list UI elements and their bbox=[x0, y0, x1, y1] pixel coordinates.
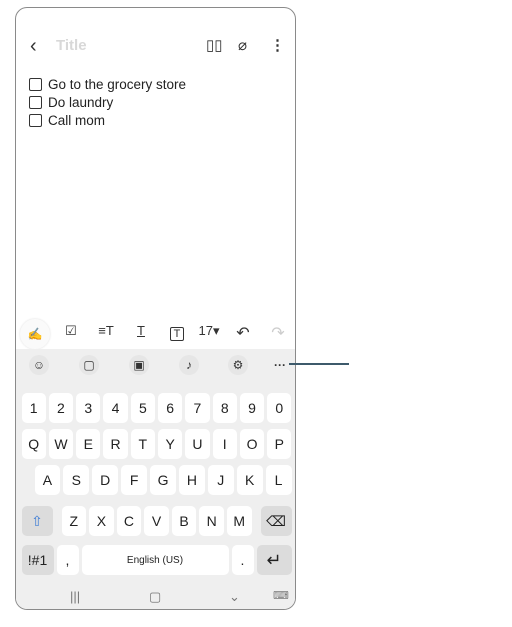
qwerty-row: QWERTYUIOP bbox=[20, 429, 293, 459]
key-7[interactable]: 7 bbox=[185, 393, 210, 423]
keyboard-switch-icon[interactable]: ⌨ bbox=[273, 589, 289, 602]
key-4[interactable]: 4 bbox=[103, 393, 128, 423]
checkbox-icon[interactable]: ☑ bbox=[59, 323, 83, 339]
keyboard-toolbar: ☺ ▢ ▣ ♪ ⚙ ··· bbox=[16, 349, 295, 379]
key-e[interactable]: E bbox=[76, 429, 101, 459]
sticker-icon[interactable]: ▣ bbox=[129, 355, 149, 375]
key-6[interactable]: 6 bbox=[157, 393, 183, 423]
key-z[interactable]: Z bbox=[61, 506, 87, 536]
microphone-icon[interactable]: ♪ bbox=[179, 355, 199, 375]
item-label: Do laundry bbox=[48, 94, 114, 110]
text-color-icon[interactable]: T bbox=[129, 323, 153, 338]
key-r[interactable]: R bbox=[103, 429, 128, 459]
checklist: Go to the grocery store Do laundry Call … bbox=[29, 75, 186, 129]
navigation-bar: ||| ▢ ⌄ ⌨ bbox=[16, 585, 295, 609]
key-1[interactable]: 1 bbox=[21, 393, 46, 423]
key-c[interactable]: C bbox=[116, 506, 142, 536]
back-icon[interactable]: ‹ bbox=[30, 36, 37, 56]
key-k[interactable]: K bbox=[236, 465, 263, 495]
key-q[interactable]: Q bbox=[21, 429, 46, 459]
item-label: Call mom bbox=[48, 112, 106, 128]
callout-line bbox=[289, 363, 349, 365]
comma-key[interactable]: , bbox=[56, 545, 79, 575]
key-i[interactable]: I bbox=[212, 429, 237, 459]
key-t[interactable]: T bbox=[130, 429, 155, 459]
key-o[interactable]: O bbox=[239, 429, 265, 459]
emoji-icon[interactable]: ☺ bbox=[29, 355, 49, 375]
space-key[interactable]: English (US) bbox=[81, 545, 229, 575]
key-a[interactable]: A bbox=[34, 465, 61, 495]
key-v[interactable]: V bbox=[144, 506, 169, 536]
undo-icon[interactable]: ↶ bbox=[231, 323, 255, 343]
format-toolbar: ✍ ☑ ≡T T T 17▾ ↶ ↷ bbox=[16, 319, 295, 349]
note-header: ‹ Title ▯▯ ⌀ ⋮ bbox=[16, 34, 295, 60]
key-p[interactable]: P bbox=[267, 429, 292, 459]
hide-keyboard-icon[interactable]: ⌄ bbox=[229, 589, 240, 605]
keyboard: ☺ ▢ ▣ ♪ ⚙ ··· 1234567890 QWERTYUIOP ASDF… bbox=[16, 349, 295, 609]
more-options-icon[interactable]: ⋮ bbox=[270, 36, 285, 54]
handwriting-icon[interactable]: ✍ bbox=[20, 319, 50, 349]
key-s[interactable]: S bbox=[63, 465, 90, 495]
key-9[interactable]: 9 bbox=[239, 393, 265, 423]
clipboard-icon[interactable]: ▢ bbox=[79, 355, 99, 375]
key-2[interactable]: 2 bbox=[48, 393, 74, 423]
key-h[interactable]: H bbox=[178, 465, 205, 495]
more-tools-icon[interactable]: ··· bbox=[270, 355, 290, 375]
text-box-icon[interactable]: T bbox=[170, 327, 184, 341]
key-j[interactable]: J bbox=[207, 465, 234, 495]
home-icon[interactable]: ▢ bbox=[149, 589, 161, 605]
backspace-key[interactable]: ⌫ bbox=[260, 506, 292, 536]
checkbox[interactable] bbox=[29, 77, 42, 91]
settings-icon[interactable]: ⚙ bbox=[228, 355, 248, 375]
key-5[interactable]: 5 bbox=[130, 393, 155, 423]
shift-key[interactable]: ⇧ bbox=[21, 506, 53, 536]
title-input[interactable]: Title bbox=[56, 37, 87, 54]
symbols-key[interactable]: !#1 bbox=[21, 545, 54, 575]
attach-icon[interactable]: ⌀ bbox=[238, 36, 247, 54]
number-row: 1234567890 bbox=[20, 393, 293, 423]
redo-icon[interactable]: ↷ bbox=[266, 323, 290, 343]
item-label: Go to the grocery store bbox=[48, 76, 187, 92]
key-w[interactable]: W bbox=[48, 429, 74, 459]
key-g[interactable]: G bbox=[150, 465, 176, 495]
key-l[interactable]: L bbox=[265, 465, 292, 495]
key-b[interactable]: B bbox=[171, 506, 197, 536]
reading-mode-icon[interactable]: ▯▯ bbox=[206, 36, 223, 54]
recents-icon[interactable]: ||| bbox=[70, 589, 80, 604]
text-style-icon[interactable]: ≡T bbox=[94, 323, 118, 338]
key-d[interactable]: D bbox=[92, 465, 119, 495]
font-size-dropdown[interactable]: 17▾ bbox=[194, 323, 224, 339]
key-3[interactable]: 3 bbox=[76, 393, 101, 423]
key-x[interactable]: X bbox=[89, 506, 114, 536]
key-0[interactable]: 0 bbox=[267, 393, 292, 423]
key-y[interactable]: Y bbox=[157, 429, 183, 459]
asdf-row: ASDFGHJKL bbox=[20, 465, 293, 495]
bottom-row: !#1 , English (US) . ↵ bbox=[20, 545, 293, 575]
list-item[interactable]: Call mom bbox=[29, 111, 186, 129]
key-m[interactable]: M bbox=[226, 506, 252, 536]
key-u[interactable]: U bbox=[185, 429, 210, 459]
key-8[interactable]: 8 bbox=[212, 393, 237, 423]
enter-key[interactable]: ↵ bbox=[256, 545, 292, 575]
phone-frame: ‹ Title ▯▯ ⌀ ⋮ Go to the grocery store D… bbox=[15, 7, 296, 610]
checkbox[interactable] bbox=[29, 113, 42, 127]
period-key[interactable]: . bbox=[231, 545, 254, 575]
list-item[interactable]: Do laundry bbox=[29, 93, 186, 111]
key-f[interactable]: F bbox=[121, 465, 148, 495]
zxcv-row: ⇧ ZXCVBNM ⌫ bbox=[20, 506, 293, 536]
key-n[interactable]: N bbox=[199, 506, 224, 536]
checkbox[interactable] bbox=[29, 95, 42, 109]
list-item[interactable]: Go to the grocery store bbox=[29, 75, 186, 93]
